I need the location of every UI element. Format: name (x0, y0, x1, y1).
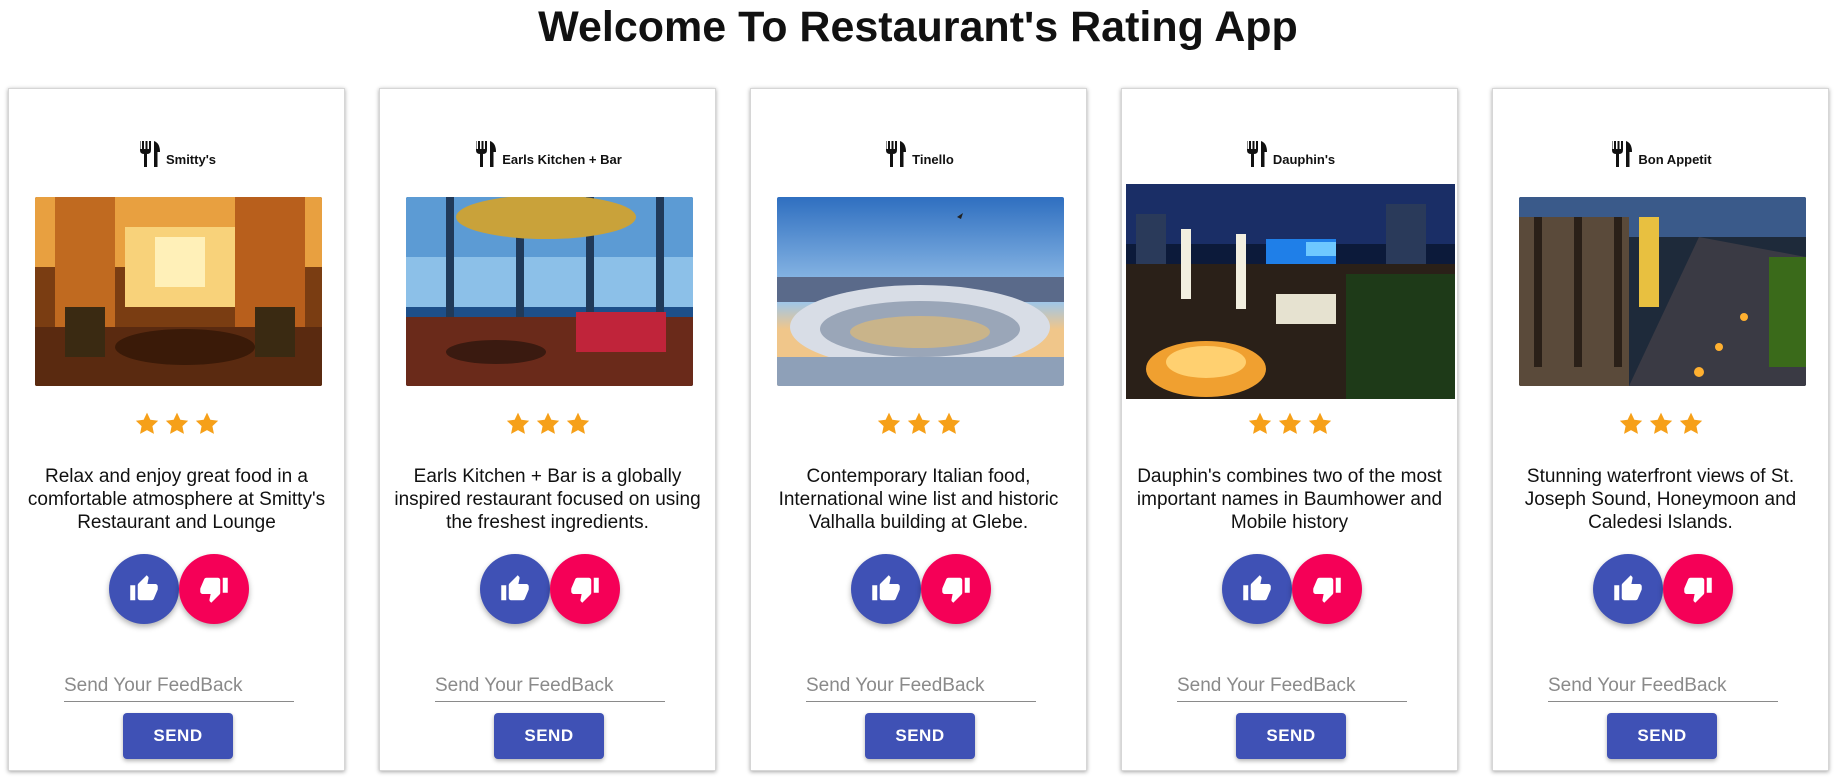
star-icon (877, 412, 900, 434)
star-icon (937, 412, 960, 434)
like-button[interactable] (1593, 554, 1663, 624)
thumbs-down-icon (1684, 577, 1712, 603)
star-rating (1493, 411, 1828, 437)
dislike-button[interactable] (921, 554, 991, 624)
send-button[interactable]: SEND (123, 713, 233, 759)
thumbs-up-icon (501, 575, 529, 601)
restaurant-card: Tinello Contemporary Italian food, Inter… (750, 88, 1087, 771)
send-button[interactable]: SEND (1607, 713, 1717, 759)
restaurant-photo (35, 197, 322, 386)
dislike-button[interactable] (1292, 554, 1362, 624)
restaurant-photo (406, 197, 693, 386)
star-icon (195, 412, 218, 434)
restaurant-description: Contemporary Italian food, International… (778, 466, 1059, 533)
star-rating (751, 411, 1086, 437)
thumbs-up-icon (130, 575, 158, 601)
fork-knife-icon (476, 141, 497, 167)
feedback-input[interactable] (435, 671, 665, 702)
card-header: Smitty's (9, 135, 344, 169)
star-icon (1679, 412, 1702, 434)
restaurant-name: Smitty's (165, 152, 217, 167)
restaurant-name: Bon Appetit (1638, 152, 1712, 167)
thumbs-down-icon (1313, 577, 1341, 603)
restaurant-description: Stunning waterfront views of St. Joseph … (1524, 466, 1797, 533)
fork-knife-icon (139, 141, 160, 167)
star-icon (1649, 412, 1672, 434)
dislike-button[interactable] (1663, 554, 1733, 624)
star-rating (9, 411, 344, 437)
restaurant-name: Tinello (912, 152, 954, 167)
star-rating (380, 411, 715, 437)
send-button[interactable]: SEND (1236, 713, 1346, 759)
thumbs-up-icon (1243, 575, 1271, 601)
send-button[interactable]: SEND (494, 713, 604, 759)
star-icon (907, 412, 930, 434)
card-header: Earls Kitchen + Bar (380, 135, 715, 169)
restaurant-photo (1126, 184, 1455, 399)
dislike-button[interactable] (550, 554, 620, 624)
star-icon (536, 412, 559, 434)
star-icon (1308, 412, 1331, 434)
card-header: Dauphin's (1122, 135, 1457, 169)
star-icon (1248, 412, 1271, 434)
thumbs-down-icon (942, 577, 970, 603)
like-button[interactable] (851, 554, 921, 624)
thumbs-up-icon (872, 575, 900, 601)
restaurant-card: Bon Appetit Stunning waterfront views of… (1492, 88, 1829, 771)
restaurant-card: Dauphin's Dauphin's combines two of the … (1121, 88, 1458, 771)
feedback-input[interactable] (1548, 671, 1778, 702)
card-header: Bon Appetit (1493, 135, 1828, 169)
star-icon (165, 412, 188, 434)
thumbs-down-icon (200, 577, 228, 603)
like-button[interactable] (480, 554, 550, 624)
star-rating (1122, 411, 1457, 437)
feedback-input[interactable] (1177, 671, 1407, 702)
fork-knife-icon (886, 141, 907, 167)
restaurant-card: Earls Kitchen + Bar Earls Kitchen + Bar … (379, 88, 716, 771)
page-title: Welcome To Restaurant's Rating App (538, 3, 1298, 51)
fork-knife-icon (1612, 141, 1633, 167)
star-icon (506, 412, 529, 434)
restaurant-name: Dauphin's (1272, 152, 1336, 167)
restaurant-name: Earls Kitchen + Bar (502, 152, 622, 167)
restaurant-photo (1519, 197, 1806, 386)
star-icon (566, 412, 589, 434)
feedback-input[interactable] (64, 671, 294, 702)
like-button[interactable] (1222, 554, 1292, 624)
card-header: Tinello (751, 135, 1086, 169)
thumbs-up-icon (1614, 575, 1642, 601)
restaurant-description: Dauphin's combines two of the most impor… (1136, 466, 1443, 533)
fork-knife-icon (1246, 141, 1267, 167)
like-button[interactable] (109, 554, 179, 624)
thumbs-down-icon (571, 577, 599, 603)
restaurant-photo (777, 197, 1064, 386)
restaurant-description: Relax and enjoy great food in a comforta… (27, 466, 326, 533)
dislike-button[interactable] (179, 554, 249, 624)
feedback-input[interactable] (806, 671, 1036, 702)
send-button[interactable]: SEND (865, 713, 975, 759)
star-icon (1278, 412, 1301, 434)
star-icon (1619, 412, 1642, 434)
star-icon (135, 412, 158, 434)
restaurant-card: Smitty's Relax and enjoy great food in a… (8, 88, 345, 771)
restaurant-description: Earls Kitchen + Bar is a globally inspir… (394, 466, 701, 533)
